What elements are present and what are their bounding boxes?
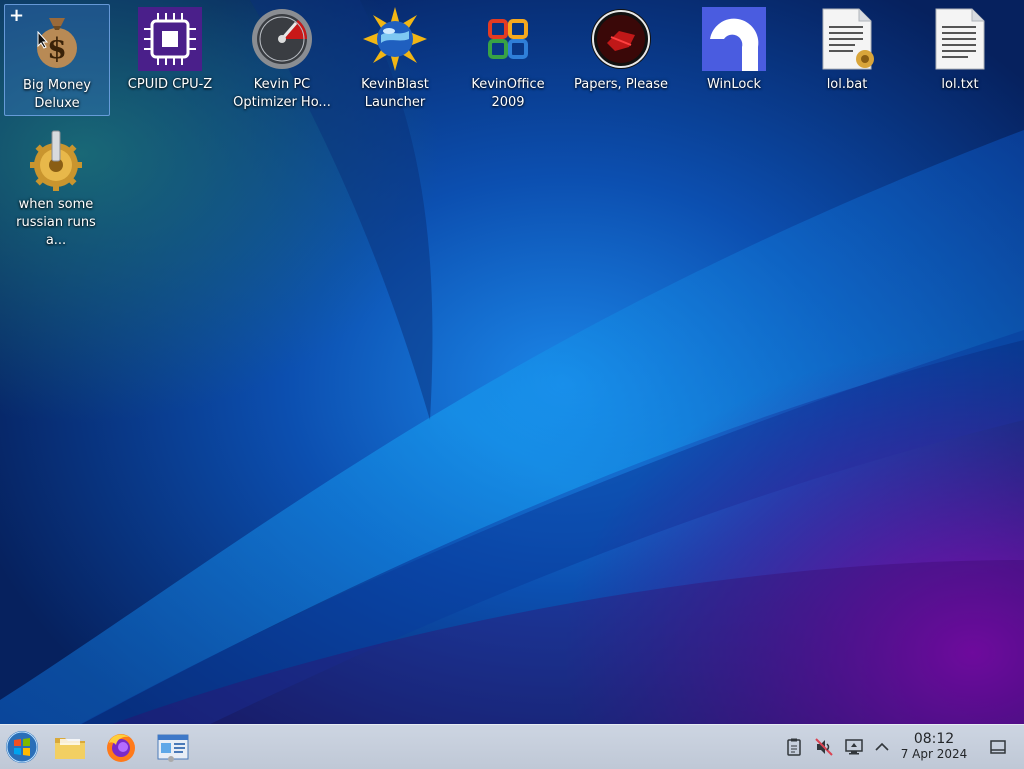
batch-file-icon — [815, 7, 879, 71]
file-manager-button[interactable] — [52, 729, 88, 765]
desktop-icon-label: Papers, Please — [573, 77, 669, 92]
desktop-icon-label: KevinOffice 2009 — [471, 77, 545, 110]
desktop-icon-when-some-russian[interactable]: when some russian runs a... — [4, 124, 108, 250]
desktop-icon-kevinblast-launcher[interactable]: KevinBlast Launcher — [343, 4, 447, 112]
taskbar: 08:12 7 Apr 2024 — [0, 724, 1024, 769]
office-logo-icon — [476, 7, 540, 71]
show-desktop-icon[interactable] — [988, 737, 1008, 757]
clock-time: 08:12 — [913, 731, 955, 747]
speaker-muted-icon[interactable] — [814, 737, 834, 757]
desktop-icon-lol-bat[interactable]: lol.bat — [795, 4, 899, 94]
clock-date: 7 Apr 2024 — [900, 747, 968, 761]
desktop-icon-label: Kevin PC Optimizer Ho... — [233, 77, 331, 110]
speedometer-icon — [250, 7, 314, 71]
settings-window-icon — [157, 734, 189, 762]
desktop-icon-winlock[interactable]: WinLock — [682, 4, 786, 94]
network-monitor-icon[interactable] — [844, 737, 864, 757]
desktop-icon-cpuid-cpu-z[interactable]: CPUID CPU-Z — [118, 4, 222, 94]
mouse-cursor-icon — [37, 31, 49, 49]
start-menu-button[interactable] — [4, 729, 40, 765]
clock-widget[interactable]: 08:12 7 Apr 2024 — [894, 731, 974, 761]
clipboard-icon[interactable] — [784, 737, 804, 757]
windows-orb-icon — [6, 731, 38, 763]
desktop-icon-label: lol.bat — [826, 77, 868, 92]
money-bag-icon: $ — [25, 8, 89, 72]
red-seal-icon — [589, 7, 653, 71]
desktop-icon-kevin-pc-optimizer[interactable]: Kevin PC Optimizer Ho... — [230, 4, 334, 112]
lock-arc-icon — [702, 7, 766, 71]
gear-executable-icon — [24, 127, 88, 191]
desktop-icon-papers-please[interactable]: Papers, Please — [569, 4, 673, 94]
desktop-icon-label: lol.txt — [941, 77, 979, 92]
desktop-icon-lol-txt[interactable]: lol.txt — [908, 4, 1012, 94]
desktop-icon-label: Big Money Deluxe — [22, 78, 91, 111]
desktop-icon-label: WinLock — [706, 77, 762, 92]
desktop-icon-kevinoffice-2009[interactable]: KevinOffice 2009 — [456, 4, 560, 112]
globe-burst-icon — [363, 7, 427, 71]
desktop-wallpaper — [0, 0, 1024, 768]
folder-icon — [55, 738, 85, 759]
desktop-icon-label: CPUID CPU-Z — [127, 77, 213, 92]
firefox-button[interactable] — [103, 729, 139, 765]
chevron-up-icon[interactable] — [872, 737, 892, 757]
desktop-icon-label: KevinBlast Launcher — [361, 77, 429, 110]
desktop-icon-label: when some russian runs a... — [16, 197, 96, 248]
desktop-icon-big-money-deluxe[interactable]: + $ Big Money Deluxe — [4, 4, 110, 116]
system-settings-button[interactable] — [155, 729, 191, 765]
text-file-icon — [928, 7, 992, 71]
add-selection-icon[interactable]: + — [9, 7, 24, 25]
svg-text:$: $ — [47, 32, 66, 65]
cpu-chip-icon — [138, 7, 202, 71]
firefox-icon — [107, 734, 135, 762]
